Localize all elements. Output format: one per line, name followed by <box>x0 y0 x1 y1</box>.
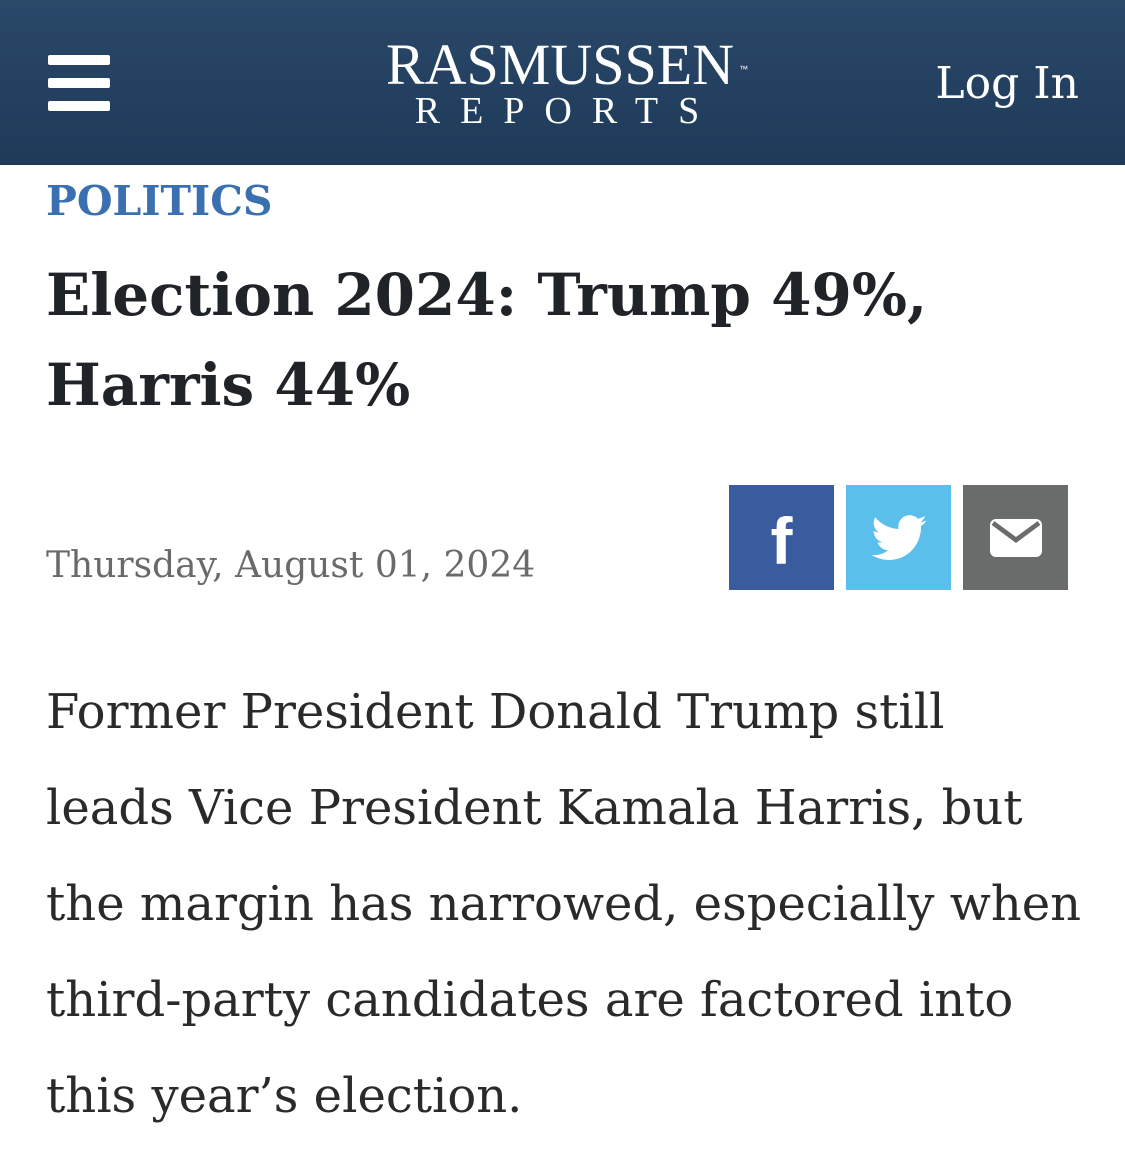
logo-wordmark: RASMUSSEN <box>385 32 735 97</box>
article-lead-paragraph: Former President Donald Trump still lead… <box>46 684 1082 1124</box>
logo-line-2: REPORTS <box>414 90 720 132</box>
article-date: Thursday, August 01, 2024 <box>46 545 536 586</box>
email-icon <box>989 518 1042 557</box>
site-logo[interactable]: RASMUSSEN ™ REPORTS <box>380 36 748 136</box>
menu-bar <box>48 101 110 111</box>
login-link[interactable]: Log In <box>935 58 1079 110</box>
email-share-button[interactable] <box>963 485 1068 590</box>
facebook-share-button[interactable]: f <box>729 485 834 590</box>
facebook-icon: f <box>770 503 793 578</box>
menu-bar <box>48 55 110 65</box>
article-title: Election 2024: Trump 49%, Harris 44% <box>46 261 928 419</box>
menu-bar <box>48 78 110 88</box>
logo-trademark: ™ <box>739 64 749 74</box>
category-link[interactable]: POLITICS <box>46 176 272 226</box>
twitter-icon <box>870 514 927 560</box>
logo-line-1: RASMUSSEN ™ <box>386 36 748 94</box>
twitter-share-button[interactable] <box>846 485 951 590</box>
hamburger-menu-icon[interactable] <box>48 55 110 111</box>
site-header: RASMUSSEN ™ REPORTS Log In <box>0 0 1125 165</box>
